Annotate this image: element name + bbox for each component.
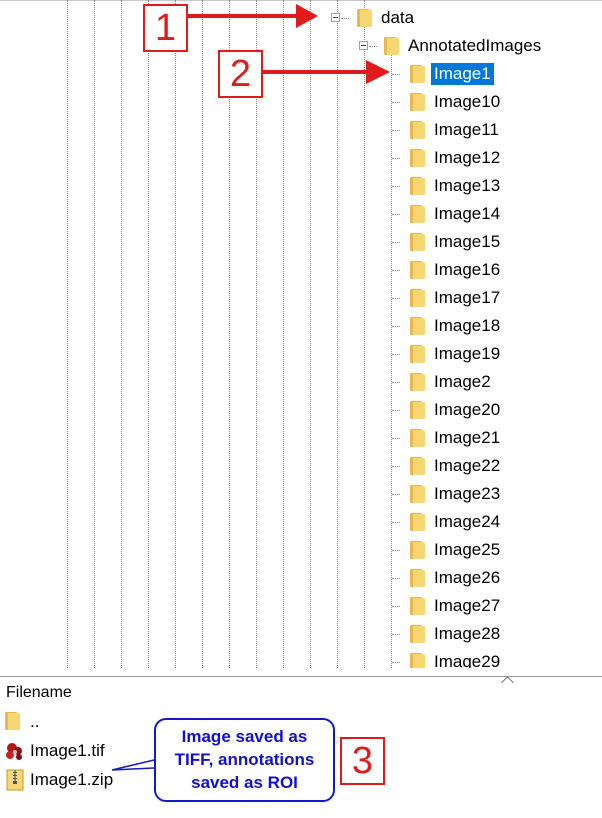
arrow-to-data-folder [187,4,318,28]
arrow-to-image1-folder [263,60,390,84]
callout-line: saved as ROI [191,773,298,792]
annotation-overlay [111,4,390,771]
marker-1: 1 [143,4,188,52]
marker-3: 3 [340,737,385,785]
callout-line: Image saved as [181,727,308,746]
callout-pointer [111,759,155,771]
callout-line: TIFF, annotations [174,750,315,769]
annotation-callout: Image saved as TIFF, annotations saved a… [154,718,335,802]
marker-2: 2 [218,50,263,98]
